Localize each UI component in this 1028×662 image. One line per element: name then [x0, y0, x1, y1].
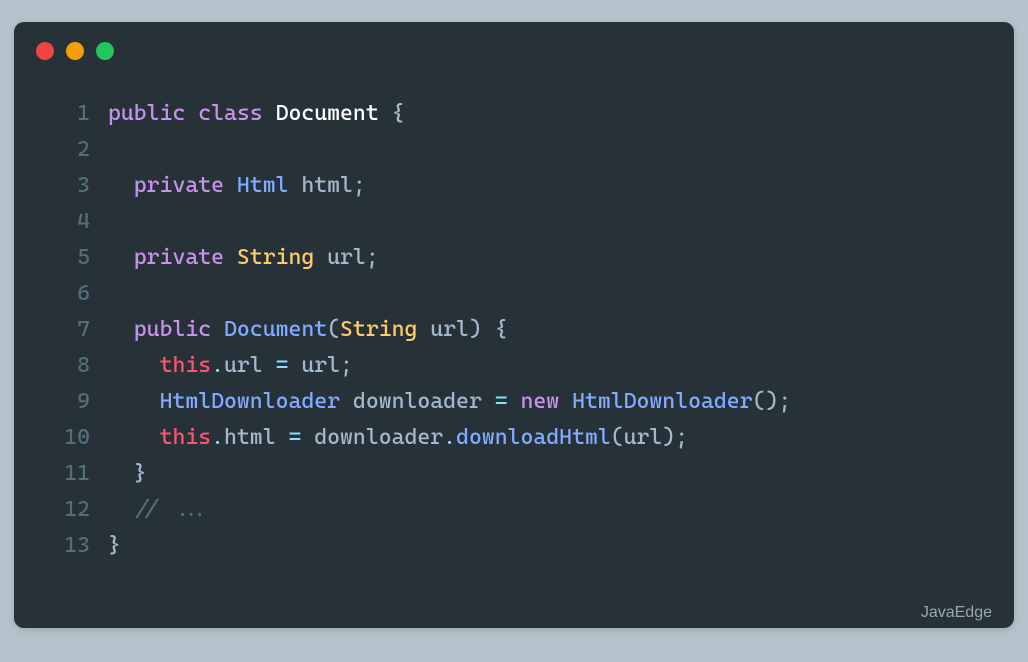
code-line: 1 public class Document { [54, 96, 974, 132]
code-content: this.html = downloader.downloadHtml(url)… [108, 420, 688, 456]
code-content: private Html html; [108, 168, 366, 204]
code-line: 7 public Document(String url) { [54, 312, 974, 348]
code-line: 11 } [54, 456, 974, 492]
line-number: 12 [54, 492, 90, 528]
code-line: 2 [54, 132, 974, 168]
code-line: 13} [54, 528, 974, 564]
line-number: 5 [54, 240, 90, 276]
code-content: public Document(String url) { [108, 312, 508, 348]
code-line: 6 [54, 276, 974, 312]
code-content: private String url; [108, 240, 379, 276]
line-number: 7 [54, 312, 90, 348]
code-content: this.url = url; [108, 348, 353, 384]
line-number: 9 [54, 384, 90, 420]
maximize-icon[interactable] [96, 42, 114, 60]
line-number: 10 [54, 420, 90, 456]
line-number: 11 [54, 456, 90, 492]
line-number: 1 [54, 96, 90, 132]
code-content: } [108, 456, 147, 492]
code-line: 9 HtmlDownloader downloader = new HtmlDo… [54, 384, 974, 420]
code-line: 5 private String url; [54, 240, 974, 276]
code-content: } [108, 528, 121, 564]
code-line: 8 this.url = url; [54, 348, 974, 384]
line-number: 13 [54, 528, 90, 564]
line-number: 3 [54, 168, 90, 204]
code-line: 10 this.html = downloader.downloadHtml(u… [54, 420, 974, 456]
code-content: // ... [108, 492, 211, 528]
line-number: 4 [54, 204, 90, 240]
code-window: 1 public class Document { 23 private Html … [14, 22, 1014, 628]
line-number: 6 [54, 276, 90, 312]
code-line: 12 // ... [54, 492, 974, 528]
line-number: 2 [54, 132, 90, 168]
code-content: HtmlDownloader downloader = new HtmlDown… [108, 384, 791, 420]
code-content: public class Document { [108, 96, 404, 132]
close-icon[interactable] [36, 42, 54, 60]
minimize-icon[interactable] [66, 42, 84, 60]
code-line: 4 [54, 204, 974, 240]
window-title-bar [14, 22, 1014, 60]
line-number: 8 [54, 348, 90, 384]
code-line: 3 private Html html; [54, 168, 974, 204]
code-editor: 1 public class Document { 23 private Html … [14, 60, 1014, 564]
watermark-label: JavaEdge [921, 604, 992, 622]
